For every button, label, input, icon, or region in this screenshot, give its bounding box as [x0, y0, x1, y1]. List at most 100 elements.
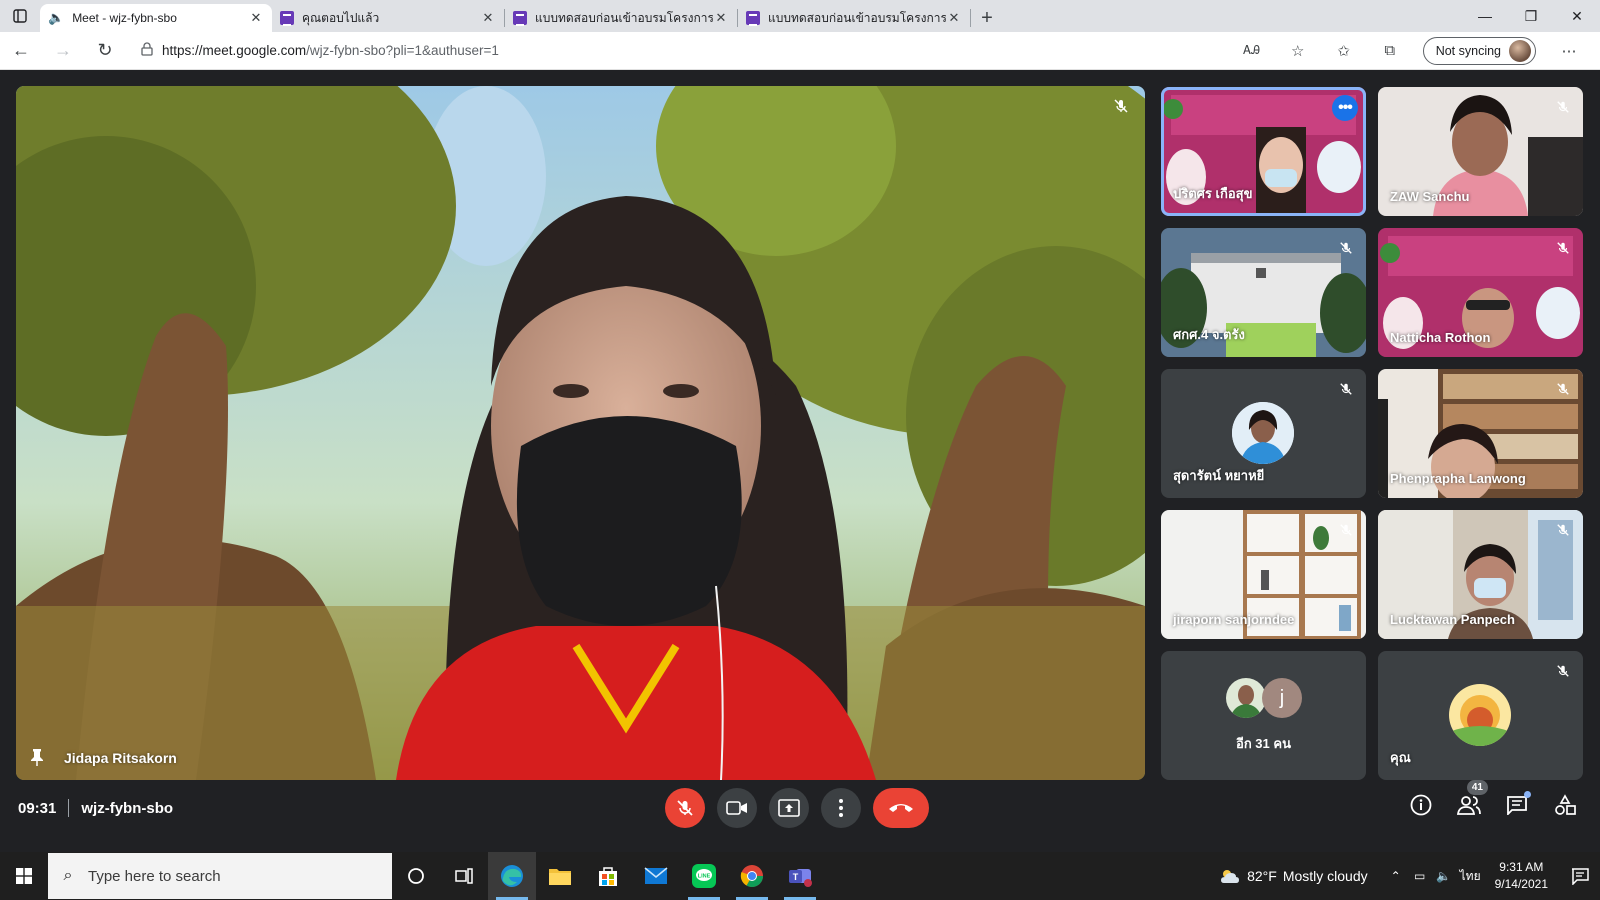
close-icon[interactable]: ✕	[480, 10, 496, 26]
taskbar-file-explorer[interactable]	[536, 852, 584, 900]
participant-tile[interactable]: ••• ปริตศร เกือสุข	[1161, 87, 1366, 216]
meeting-time: 09:31	[18, 799, 57, 817]
tab-pretest-2[interactable]: แบบทดสอบก่อนเข้าอบรมโครงการ "อบ ✕	[738, 4, 970, 32]
taskbar-teams[interactable]: T	[776, 852, 824, 900]
clock-time: 9:31 AM	[1499, 860, 1544, 874]
search-placeholder: Type here to search	[88, 867, 221, 885]
chevron-up-icon[interactable]: ⌃	[1385, 869, 1407, 883]
participant-tile[interactable]: jiraporn sanjorndee	[1161, 510, 1366, 639]
taskbar-line[interactable]: LINE	[680, 852, 728, 900]
tab-title: แบบทดสอบก่อนเข้าอบรมโครงการ "อบ	[768, 10, 946, 25]
participant-name: ปริตศร เกือสุข	[1173, 186, 1253, 201]
url-field[interactable]: https://meet.google.com/wjz-fybn-sbo?pli…	[132, 36, 1217, 66]
forms-icon	[746, 11, 760, 26]
forms-icon	[280, 11, 294, 26]
participant-tile[interactable]: Natticha Rothon	[1378, 228, 1583, 357]
taskbar-search-input[interactable]: ⌕ Type here to search	[48, 853, 392, 899]
back-button[interactable]: ←	[0, 32, 42, 70]
folder-icon	[549, 869, 571, 885]
mic-off-icon	[1551, 236, 1575, 260]
avatar: j	[1262, 678, 1302, 718]
read-aloud-icon[interactable]: ᎪᎯ	[1229, 32, 1275, 70]
toggle-camera-button[interactable]	[717, 788, 757, 828]
svg-text:T: T	[793, 872, 799, 882]
window-close-button[interactable]: ✕	[1554, 0, 1600, 32]
taskbar-mail[interactable]	[632, 852, 680, 900]
mic-off-icon	[1551, 377, 1575, 401]
unread-indicator	[1524, 791, 1531, 798]
toggle-mic-button[interactable]	[665, 788, 705, 828]
present-icon	[778, 799, 800, 817]
add-favorite-icon[interactable]: ☆	[1275, 32, 1321, 70]
avatar	[1226, 678, 1266, 718]
tab-form-response[interactable]: คุณตอบไปแล้ว ✕	[272, 4, 504, 32]
system-tray: 82°F Mostly cloudy ⌃ ▭ 🔈 ไทย 9:31 AM 9/1…	[1219, 852, 1600, 900]
minimize-button[interactable]: —	[1462, 0, 1508, 32]
restore-button[interactable]: ❐	[1508, 0, 1554, 32]
system-clock[interactable]: 9:31 AM 9/14/2021	[1495, 859, 1548, 893]
notification-icon	[1572, 868, 1589, 885]
favorites-icon[interactable]: ✩	[1321, 32, 1367, 70]
pin-icon[interactable]	[30, 748, 44, 766]
more-options-button[interactable]: •••	[1332, 95, 1358, 121]
participant-tile[interactable]: สุดารัตน์ หยาหยี	[1161, 369, 1366, 498]
arrow-right-icon: →	[54, 40, 72, 60]
meeting-details-button[interactable]	[1408, 792, 1434, 818]
others-count-label: อีก 31 คน	[1236, 736, 1291, 751]
input-language[interactable]: ไทย	[1460, 867, 1481, 886]
profile-sync-button[interactable]: Not syncing	[1422, 36, 1536, 65]
chat-button[interactable]	[1504, 791, 1531, 818]
notification-center-button[interactable]	[1560, 852, 1600, 900]
call-buttons	[665, 788, 929, 828]
refresh-button[interactable]: ↻	[84, 32, 126, 70]
search-icon: ⌕	[63, 867, 73, 884]
more-vert-icon	[839, 799, 843, 817]
task-view-button[interactable]	[440, 852, 488, 900]
weather-widget[interactable]: 82°F Mostly cloudy	[1219, 868, 1368, 884]
leave-call-button[interactable]	[873, 788, 929, 828]
others-tile[interactable]: j อีก 31 คน	[1161, 651, 1366, 780]
network-icon[interactable]: ▭	[1409, 869, 1431, 883]
tab-meet[interactable]: 🔈 Meet - wjz-fybn-sbo ✕	[40, 4, 272, 88]
meeting-controls: 09:31 wjz-fybn-sbo 41	[0, 774, 1600, 852]
tab-actions-button[interactable]	[0, 0, 40, 32]
taskbar-chrome[interactable]	[728, 852, 776, 900]
meet-area: Jidapa Ritsakorn ••• ปริตศร เกือสุข ZAW	[0, 70, 1600, 852]
mic-off-icon	[677, 800, 693, 816]
profile-avatar	[1509, 39, 1531, 62]
more-options-button[interactable]	[821, 788, 861, 828]
mic-off-icon	[1334, 377, 1358, 401]
present-screen-button[interactable]	[769, 788, 809, 828]
participants-button[interactable]: 41	[1456, 780, 1488, 818]
participant-tile[interactable]: Phenprapha Lanwong	[1378, 369, 1583, 498]
self-tile[interactable]: คุณ	[1378, 651, 1583, 780]
address-bar: ← → ↻ https://meet.google.com/wjz-fybn-s…	[0, 32, 1600, 70]
windows-icon	[16, 868, 32, 884]
cloud-icon	[1221, 870, 1240, 883]
cortana-button[interactable]	[392, 852, 440, 900]
url-path: /wjz-fybn-sbo?pli=1&authuser=1	[306, 43, 499, 58]
start-button[interactable]	[0, 852, 48, 900]
participant-tile[interactable]: ZAW Sanchu	[1378, 87, 1583, 216]
browser-tabbar: 🔈 Meet - wjz-fybn-sbo ✕ คุณตอบไปแล้ว ✕ แ…	[0, 0, 1600, 88]
volume-icon[interactable]: 🔈	[1433, 869, 1455, 883]
side-controls: 41	[1408, 780, 1578, 818]
main-speaker-tile[interactable]: Jidapa Ritsakorn	[16, 86, 1145, 780]
taskbar-store[interactable]	[584, 852, 632, 900]
collections-icon[interactable]: ⧉	[1367, 32, 1413, 70]
participant-tile[interactable]: ศกศ.4 จ.ตรัง	[1161, 228, 1366, 357]
close-icon[interactable]: ✕	[946, 10, 962, 26]
tab-actions-icon	[13, 9, 27, 23]
taskbar-edge[interactable]	[488, 852, 536, 900]
forward-button[interactable]: →	[42, 32, 84, 70]
more-menu-icon[interactable]: ⋯	[1546, 32, 1592, 70]
close-icon[interactable]: ✕	[248, 10, 264, 26]
forms-icon	[513, 11, 527, 26]
mic-off-icon	[1551, 95, 1575, 119]
mail-icon	[644, 867, 668, 884]
new-tab-button[interactable]: +	[971, 4, 1003, 32]
tab-pretest-1[interactable]: แบบทดสอบก่อนเข้าอบรมโครงการ "อบ ✕	[505, 4, 737, 32]
activities-button[interactable]	[1552, 792, 1578, 818]
close-icon[interactable]: ✕	[713, 10, 729, 26]
participant-tile[interactable]: Lucktawan Panpech	[1378, 510, 1583, 639]
